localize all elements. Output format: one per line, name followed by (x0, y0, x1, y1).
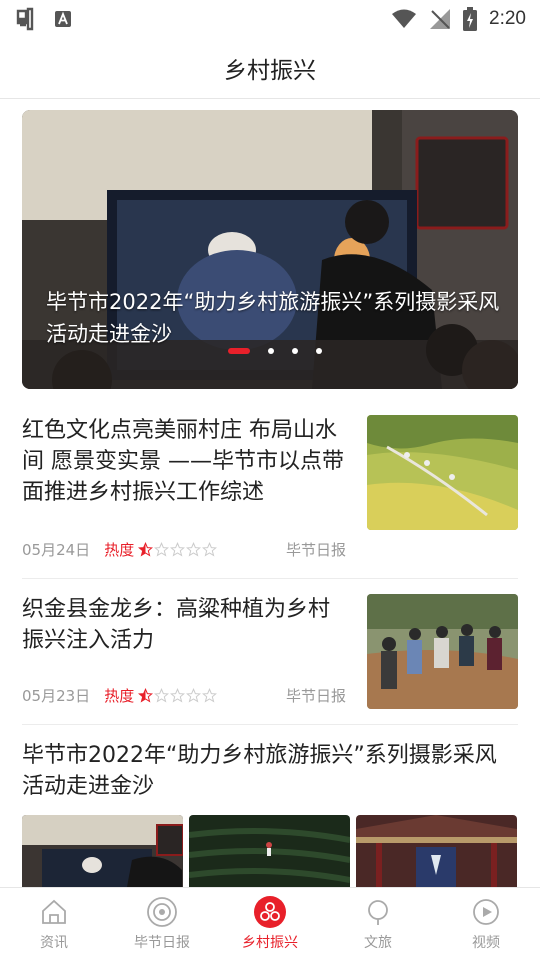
divider (22, 578, 518, 579)
gallery-image[interactable] (356, 815, 517, 887)
divider (22, 724, 518, 725)
empty-star-icon (170, 688, 186, 703)
nav-label: 资讯 (40, 935, 68, 951)
empty-star-icon (154, 688, 170, 703)
status-bar: 2:20 (0, 0, 540, 38)
nav-label: 乡村振兴 (242, 935, 298, 951)
nav-label: 毕节日报 (134, 935, 190, 951)
banner-carousel[interactable]: 毕节市2022年“助力乡村旅游振兴”系列摄影采风活动走进金沙 (22, 110, 518, 389)
page-title: 乡村振兴 (224, 58, 316, 84)
heat-label: 热度 (104, 541, 135, 559)
article-card[interactable]: 织金县金龙乡：高粱种植为乡村振兴注入活力 05月23日 热度 毕节日报 (22, 594, 518, 714)
banner-caption[interactable]: 毕节市2022年“助力乡村旅游振兴”系列摄影采风活动走进金沙 (46, 286, 502, 350)
carousel-dot[interactable] (292, 348, 298, 354)
heat-rating (138, 542, 218, 557)
article-title[interactable]: 织金县金龙乡：高粱种植为乡村振兴注入活力 (22, 594, 344, 656)
half-star-icon (138, 688, 154, 703)
no-signal-icon (429, 8, 451, 30)
home-icon (38, 896, 70, 928)
gallery-article-title[interactable]: 毕节市2022年“助力乡村旅游振兴”系列摄影采风活动走进金沙 (22, 740, 518, 802)
empty-star-icon (186, 542, 202, 557)
nav-item-news[interactable]: 资讯 (0, 888, 108, 960)
article-thumbnail[interactable] (367, 594, 518, 709)
heat-rating (138, 688, 218, 703)
half-star-icon (138, 542, 154, 557)
wifi-icon (391, 9, 417, 29)
article-thumbnail[interactable] (367, 415, 518, 530)
article-source: 毕节日报 (286, 541, 347, 559)
nav-item-rural-revitalization[interactable]: 乡村振兴 (216, 888, 324, 960)
carousel-dot[interactable] (268, 348, 274, 354)
status-time: 2:20 (489, 8, 526, 29)
article-title[interactable]: 红色文化点亮美丽村庄 布局山水间 愿景变实景 ——毕节市以点带面推进乡村振兴工作… (22, 415, 344, 508)
title-bar: 乡村振兴 (0, 38, 540, 99)
heat-label: 热度 (104, 687, 135, 705)
carousel-dot-active[interactable] (228, 348, 250, 354)
status-left-icons (14, 7, 72, 31)
nav-item-video[interactable]: 视频 (432, 888, 540, 960)
rural-icon (254, 896, 286, 928)
keyboard-a-icon (54, 10, 72, 28)
nav-label: 视频 (472, 935, 500, 951)
video-icon (470, 896, 502, 928)
status-right-icons: 2:20 (391, 7, 526, 31)
article-meta: 05月23日 热度 毕节日报 (22, 685, 352, 706)
article-date: 05月24日 (22, 541, 91, 559)
article-meta: 05月24日 热度 毕节日报 (22, 539, 352, 560)
bottom-nav: 资讯 毕节日报 乡村振兴 文旅 视频 (0, 887, 540, 960)
empty-star-icon (186, 688, 202, 703)
nav-item-culture-tourism[interactable]: 文旅 (324, 888, 432, 960)
battery-charging-icon (463, 7, 478, 31)
empty-star-icon (170, 542, 186, 557)
gallery-image[interactable] (189, 815, 350, 887)
culture-icon (362, 896, 394, 928)
newspaper-icon (146, 896, 178, 928)
carousel-indicator (228, 348, 322, 354)
empty-star-icon (202, 688, 218, 703)
nav-label: 文旅 (364, 935, 392, 951)
article-date: 05月23日 (22, 687, 91, 705)
article-source: 毕节日报 (286, 687, 347, 705)
empty-star-icon (154, 542, 170, 557)
nav-item-bijie-daily[interactable]: 毕节日报 (108, 888, 216, 960)
empty-star-icon (202, 542, 218, 557)
article-card[interactable]: 红色文化点亮美丽村庄 布局山水间 愿景变实景 ——毕节市以点带面推进乡村振兴工作… (22, 415, 518, 565)
bug-icon (14, 7, 40, 31)
carousel-dot[interactable] (316, 348, 322, 354)
gallery-image[interactable] (22, 815, 183, 887)
gallery-images[interactable] (22, 815, 518, 887)
